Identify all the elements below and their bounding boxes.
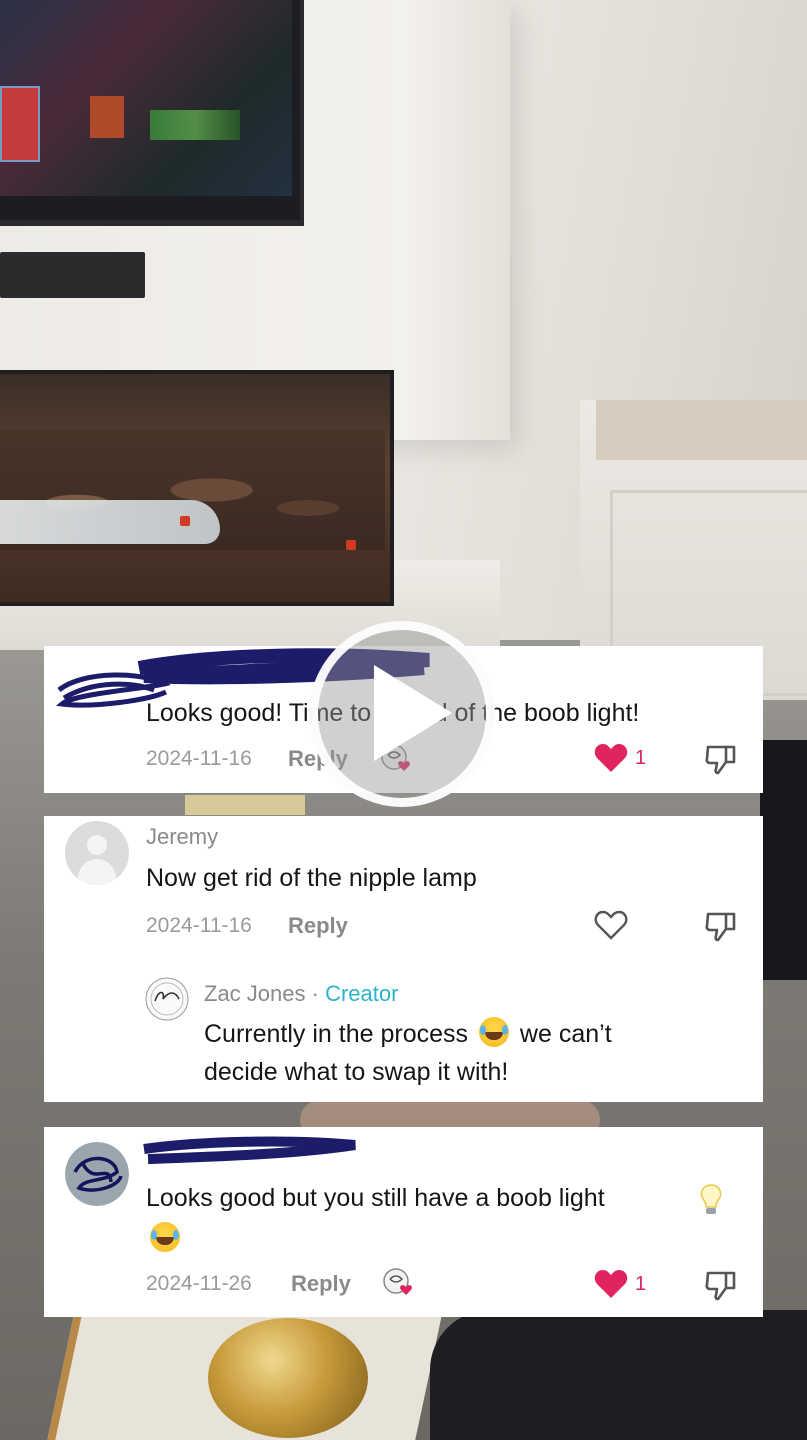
creator-badge: Creator (325, 981, 399, 1006)
creator-avatar[interactable] (145, 977, 189, 1021)
comment-date: 2024-11-16 (146, 914, 252, 937)
redacted-username-scribble (143, 1136, 356, 1164)
comment-date: 2024-11-26 (146, 1272, 252, 1295)
heart-icon[interactable] (594, 743, 628, 773)
comment-text: Now get rid of the nipple lamp (146, 864, 477, 892)
scribbled-avatar[interactable] (65, 1142, 129, 1206)
laughing-emoji-icon (478, 1017, 509, 1047)
jacket (760, 740, 807, 980)
laughing-emoji-icon (150, 1222, 180, 1252)
comment-username[interactable]: Jeremy (146, 824, 218, 850)
brass-lamp (208, 1318, 368, 1438)
heart-icon[interactable] (594, 910, 628, 940)
comment-text: Looks good but you still have a boob lig… (146, 1184, 605, 1212)
heart-icon[interactable] (594, 1269, 628, 1299)
comment-card: Looks good but you still have a boob lig… (44, 1127, 763, 1317)
creator-liked-icon (383, 1268, 412, 1295)
default-avatar-icon[interactable] (65, 821, 129, 885)
reply-username-text: Zac Jones (204, 981, 306, 1006)
like-count: 1 (635, 1273, 647, 1295)
dislike-icon[interactable] (704, 1268, 738, 1302)
comment-card: Jeremy Now get rid of the nipple lamp 20… (44, 816, 763, 1102)
fireplace-vent (0, 252, 145, 298)
reply-username[interactable]: Zac Jones · Creator (204, 981, 398, 1007)
lamp-shade-edge (185, 795, 305, 815)
reply-text: Currently in the process we can’t decide… (204, 1015, 744, 1091)
tv-content-tile (150, 110, 240, 140)
like-count: 1 (635, 747, 647, 769)
comment-date: 2024-11-16 (146, 747, 252, 770)
dislike-icon[interactable] (704, 909, 738, 943)
television (0, 0, 304, 226)
arm (430, 1310, 807, 1440)
reply-button[interactable]: Reply (288, 913, 348, 939)
reply-button[interactable]: Reply (291, 1271, 351, 1297)
play-icon[interactable] (374, 665, 452, 761)
light-bulb-emoji-icon (700, 1184, 722, 1214)
dislike-icon[interactable] (704, 742, 738, 776)
ember (346, 540, 356, 550)
username-separator: · (305, 981, 326, 1006)
tv-content-tile (90, 96, 124, 138)
ember (180, 516, 190, 526)
tv-screen (0, 0, 292, 196)
tv-content-tile (0, 86, 40, 162)
cabinet-top (596, 400, 807, 460)
